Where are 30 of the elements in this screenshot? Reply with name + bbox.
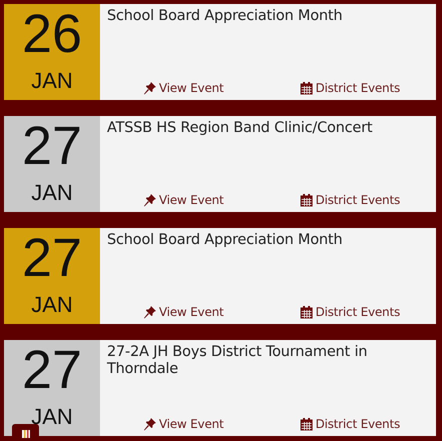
pin-icon <box>143 305 157 319</box>
event-month: JAN <box>31 180 73 206</box>
event-day: 27 <box>22 119 82 173</box>
pin-icon <box>143 417 157 431</box>
event-day: 27 <box>22 231 82 285</box>
district-events-link[interactable]: District Events <box>300 193 400 207</box>
view-event-link[interactable]: View Event <box>143 417 224 431</box>
flag-icon <box>22 430 30 438</box>
calendar-icon <box>300 82 314 94</box>
event-month: JAN <box>31 292 73 318</box>
event-title: ATSSB HS Region Band Clinic/Concert <box>107 120 374 137</box>
view-event-link[interactable]: View Event <box>143 81 224 95</box>
event-month: JAN <box>31 68 73 94</box>
pin-icon <box>143 81 157 95</box>
event-day: 26 <box>22 7 82 61</box>
view-event-link[interactable]: View Event <box>143 305 224 319</box>
view-event-link[interactable]: View Event <box>143 193 224 207</box>
event-day: 27 <box>22 343 82 397</box>
calendar-icon <box>300 194 314 206</box>
event-title: 27-2A JH Boys District Tournament in Thorndale <box>107 344 368 378</box>
widget-button[interactable] <box>12 424 39 441</box>
district-events-link[interactable]: District Events <box>300 417 400 431</box>
event-title: School Board Appreciation Month <box>107 232 344 249</box>
event-month: JAN <box>31 404 73 430</box>
district-events-link[interactable]: District Events <box>300 305 400 319</box>
district-events-link[interactable]: District Events <box>300 81 400 95</box>
calendar-icon <box>300 418 314 430</box>
pin-icon <box>143 193 157 207</box>
event-title: School Board Appreciation Month <box>107 8 344 25</box>
calendar-icon <box>300 306 314 318</box>
